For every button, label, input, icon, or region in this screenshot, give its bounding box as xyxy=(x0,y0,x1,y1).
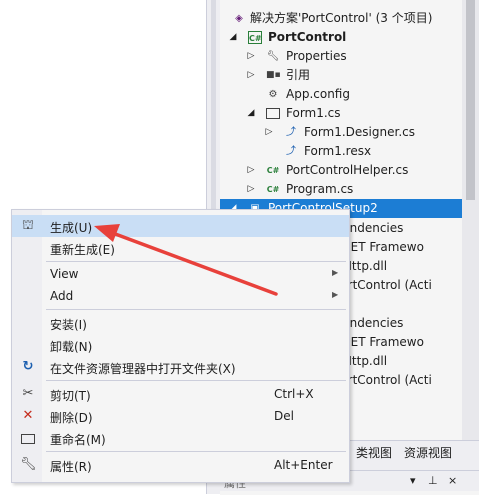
csharp-file-icon: C# xyxy=(266,185,280,194)
menu-item-rebuild[interactable]: 重新生成(E) xyxy=(12,237,349,259)
menu-item-cut[interactable]: ✂ 剪切(T) Ctrl+X xyxy=(12,383,349,405)
menu-separator xyxy=(46,380,346,381)
menu-separator xyxy=(46,309,346,310)
menu-separator xyxy=(46,451,346,452)
submenu-arrow-icon: ▶ xyxy=(332,268,339,277)
properties-divider xyxy=(220,491,479,495)
menu-item-label: 重命名(M) xyxy=(50,433,106,447)
tab-resource-view[interactable]: 资源视图 xyxy=(404,444,452,461)
expand-icon[interactable]: ▷ xyxy=(246,180,256,199)
open-folder-icon: ↻ xyxy=(22,359,34,374)
menu-item-label: 卸载(N) xyxy=(50,340,93,354)
tree-item-references[interactable]: ▷ ■▪ 引用 xyxy=(220,66,462,85)
expand-icon[interactable]: ▷ xyxy=(246,47,256,66)
tree-item-form1-resx[interactable]: ⤴ Form1.resx xyxy=(220,142,462,161)
wrench-icon: 🔧︎ xyxy=(20,457,37,472)
menu-item-label: View xyxy=(50,267,79,281)
tree-item-label: 引用 xyxy=(286,68,311,82)
menu-item-label: 重新生成(E) xyxy=(50,243,115,257)
close-icon[interactable]: × xyxy=(448,474,457,487)
menu-item-view[interactable]: View ▶ xyxy=(12,263,349,285)
dropdown-icon[interactable]: ▾ xyxy=(410,474,416,487)
menu-item-add[interactable]: Add ▶ xyxy=(12,285,349,307)
menu-item-label: 生成(U) xyxy=(50,221,93,235)
csharp-project-icon: C# xyxy=(248,31,262,44)
window-edge xyxy=(479,0,488,494)
menu-item-shortcut: Alt+Enter xyxy=(274,458,333,472)
collapse-icon[interactable]: ◢ xyxy=(228,28,238,47)
references-icon: ■▪ xyxy=(266,70,281,80)
scissors-icon: ✂ xyxy=(22,386,34,401)
tree-item-properties[interactable]: ▷ 🔧︎ Properties xyxy=(220,47,462,66)
pin-icon[interactable]: ⊥ xyxy=(428,474,438,487)
delete-icon: ✕ xyxy=(22,408,34,423)
tree-item-label: Properties xyxy=(286,49,347,63)
menu-item-label: 剪切(T) xyxy=(50,389,91,403)
resx-file-icon: ⤴ xyxy=(286,146,296,157)
tree-item-portcontrol[interactable]: ◢ C# PortControl xyxy=(220,28,462,47)
expand-icon[interactable]: ▷ xyxy=(246,66,256,85)
tree-item-label: PortControlHelper.cs xyxy=(286,163,409,177)
expand-icon[interactable]: ▷ xyxy=(264,123,274,142)
menu-item-uninstall[interactable]: 卸载(N) xyxy=(12,334,349,356)
solution-icon: ◈ xyxy=(235,13,243,24)
menu-item-label: Add xyxy=(50,289,74,303)
menu-item-label: 删除(D) xyxy=(50,411,93,425)
form-icon xyxy=(266,108,280,119)
tree-item-solution[interactable]: ◈ 解决方案'PortControl' (3 个项目) xyxy=(220,9,462,28)
scrollbar-thumb[interactable] xyxy=(466,0,475,200)
tree-item-program[interactable]: ▷ C# Program.cs xyxy=(220,180,462,199)
tree-item-label: Form1.Designer.cs xyxy=(304,125,415,139)
csharp-file-icon: C# xyxy=(266,166,280,175)
menu-item-properties[interactable]: 🔧︎ 属性(R) Alt+Enter xyxy=(12,454,349,476)
menu-item-build[interactable]: ⛫ 生成(U) xyxy=(12,215,349,237)
tree-item-label: Form1.resx xyxy=(304,144,372,158)
tab-class-view[interactable]: 类视图 xyxy=(356,444,392,461)
submenu-arrow-icon: ▶ xyxy=(332,290,339,299)
build-icon: ⛫ xyxy=(22,218,34,233)
tree-item-label: Form1.cs xyxy=(286,106,341,120)
menu-item-delete[interactable]: ✕ 删除(D) Del xyxy=(12,405,349,427)
tree-item-label: App.config xyxy=(286,87,350,101)
menu-item-label: 属性(R) xyxy=(50,460,92,474)
menu-item-label: 在文件资源管理器中打开文件夹(X) xyxy=(50,362,236,376)
tree-item-label: PortControl xyxy=(268,30,347,44)
tree-item-label: Program.cs xyxy=(286,182,354,196)
designer-file-icon: ⤴ xyxy=(286,127,296,138)
tree-item-form1-designer[interactable]: ▷ ⤴ Form1.Designer.cs xyxy=(220,123,462,142)
menu-item-rename[interactable]: 重命名(M) xyxy=(12,427,349,449)
tree-item-app-config[interactable]: ⚙︎ App.config xyxy=(220,85,462,104)
tree-item-label: 解决方案'PortControl' (3 个项目) xyxy=(250,11,433,25)
menu-item-install[interactable]: 安装(I) xyxy=(12,312,349,334)
menu-item-open-folder[interactable]: ↻ 在文件资源管理器中打开文件夹(X) xyxy=(12,356,349,378)
config-file-icon: ⚙︎ xyxy=(268,89,278,100)
menu-item-label: 安装(I) xyxy=(50,318,87,332)
context-menu: ⛫ 生成(U) 重新生成(E) View ▶ Add ▶ 安装(I) 卸载(N)… xyxy=(11,209,350,483)
rename-icon xyxy=(20,430,36,446)
menu-separator xyxy=(46,261,346,262)
tree-item-portcontrolhelper[interactable]: ▷ C# PortControlHelper.cs xyxy=(220,161,462,180)
menu-item-shortcut: Ctrl+X xyxy=(274,387,314,401)
collapse-icon[interactable]: ◢ xyxy=(246,104,256,123)
wrench-icon: 🔧︎ xyxy=(266,51,280,62)
tree-item-form1[interactable]: ◢ Form1.cs xyxy=(220,104,462,123)
menu-item-shortcut: Del xyxy=(274,409,294,423)
expand-icon[interactable]: ▷ xyxy=(246,161,256,180)
